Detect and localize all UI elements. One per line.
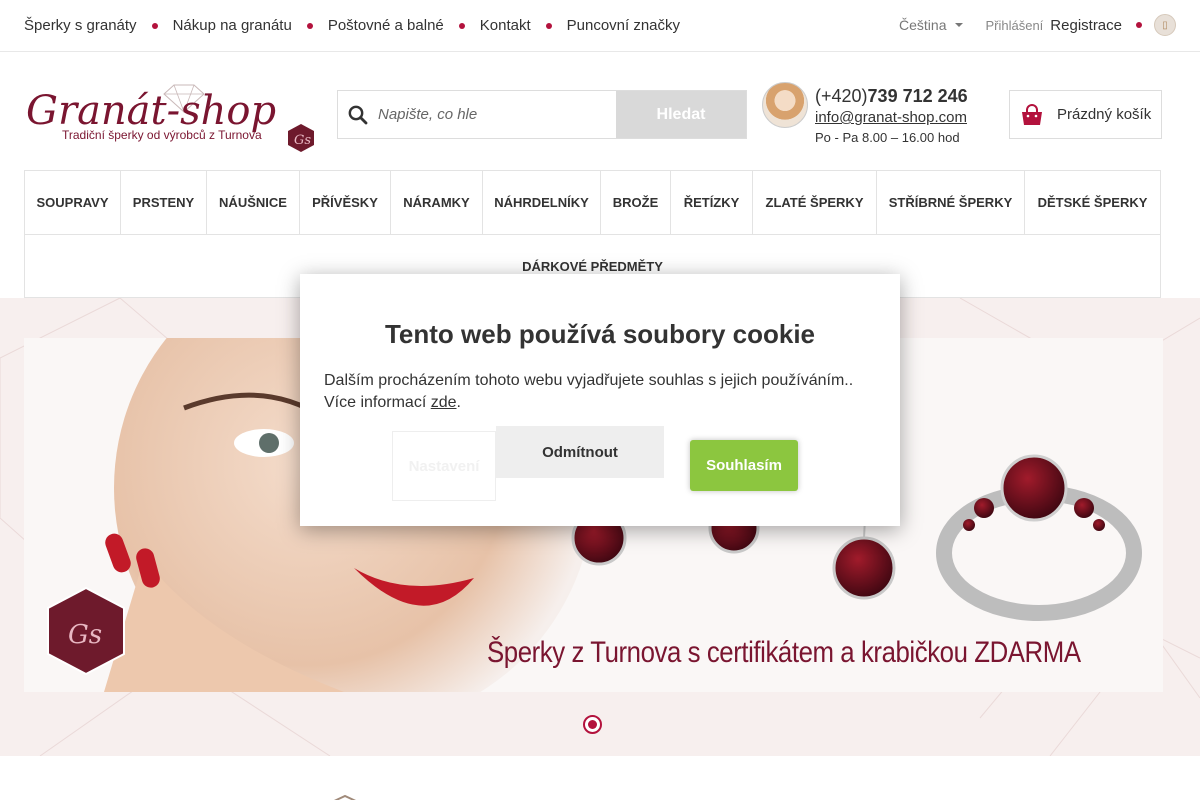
more-info-link[interactable]: zde	[431, 394, 457, 411]
cookie-settings-button[interactable]: Nastavení	[392, 431, 496, 501]
cookie-text: Dalším procházením tohoto webu vyjadřuje…	[324, 372, 854, 411]
cookie-dialog: Tento web používá soubory cookie Dalším …	[300, 274, 900, 526]
cookie-title: Tento web používá soubory cookie	[384, 319, 815, 349]
cookie-accept-button[interactable]: Souhlasím	[690, 440, 798, 491]
cookie-decline-button[interactable]: Odmítnout	[496, 426, 664, 478]
cookie-message: Dalším procházením tohoto webu vyjadřuje…	[324, 372, 854, 411]
